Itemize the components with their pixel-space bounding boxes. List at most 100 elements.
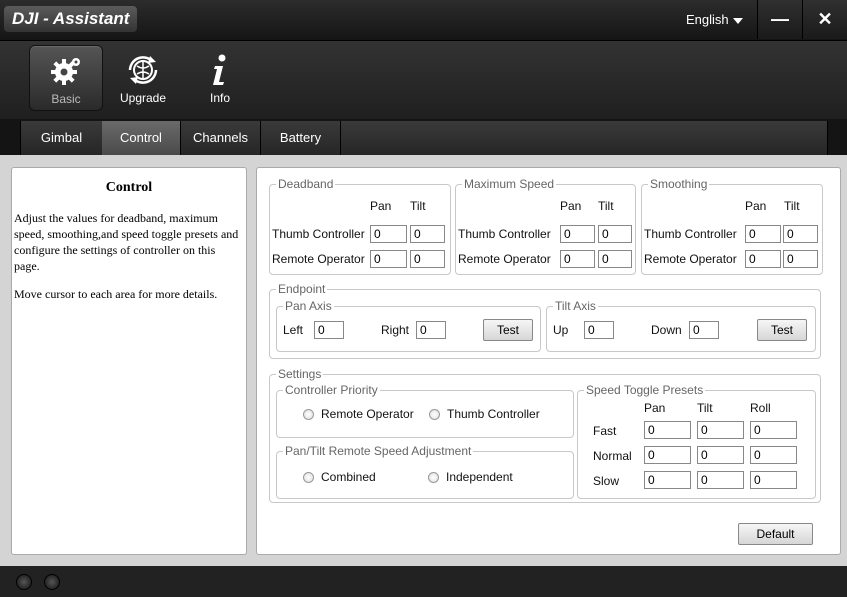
endpoint-group: Endpoint Pan Axis Left Right Test Tilt A…	[269, 282, 821, 359]
tilt-up-label: Up	[553, 323, 569, 337]
speed-independent-label: Independent	[446, 470, 513, 484]
help-description: Adjust the values for deadband, maximum …	[14, 211, 239, 273]
speed-adjustment-group: Pan/Tilt Remote Speed Adjustment Combine…	[276, 444, 574, 499]
toolbar-upgrade-button[interactable]: Upgrade	[107, 45, 179, 109]
deadband-remote-tilt-input[interactable]	[410, 250, 445, 268]
deadband-tilt-header: Tilt	[410, 199, 426, 213]
tilt-down-label: Down	[651, 323, 682, 337]
preset-slow-roll-input[interactable]	[750, 471, 797, 489]
chevron-down-icon	[732, 17, 743, 24]
max-speed-thumb-label: Thumb Controller	[458, 227, 551, 241]
deadband-thumb-label: Thumb Controller	[272, 227, 365, 241]
smoothing-remote-tilt-input[interactable]	[783, 250, 818, 268]
tilt-down-input[interactable]	[689, 321, 719, 339]
preset-fast-pan-input[interactable]	[644, 421, 691, 439]
upgrade-globe-icon	[128, 56, 158, 84]
preset-slow-tilt-input[interactable]	[697, 471, 744, 489]
pan-left-input[interactable]	[314, 321, 344, 339]
speed-independent-radio[interactable]	[428, 472, 439, 483]
deadband-group: Deadband Pan Tilt Thumb Controller Remot…	[269, 177, 451, 275]
tilt-test-button[interactable]: Test	[757, 319, 807, 341]
preset-fast-label: Fast	[593, 424, 617, 438]
info-icon	[213, 54, 226, 85]
status-led-icon	[16, 574, 32, 590]
deadband-pan-header: Pan	[370, 199, 392, 213]
tab-bar: Gimbal Control Channels Battery	[0, 119, 847, 155]
priority-thumb-controller-radio[interactable]	[429, 409, 440, 420]
tilt-axis-legend: Tilt Axis	[553, 299, 598, 313]
tilt-up-input[interactable]	[584, 321, 614, 339]
presets-pan-header: Pan	[644, 401, 666, 415]
deadband-legend: Deadband	[276, 177, 336, 191]
smoothing-legend: Smoothing	[648, 177, 710, 191]
settings-legend: Settings	[276, 367, 324, 381]
preset-slow-label: Slow	[593, 474, 620, 488]
pan-right-input[interactable]	[416, 321, 446, 339]
smoothing-thumb-pan-input[interactable]	[745, 225, 781, 243]
tab-bar-filler	[341, 121, 828, 155]
deadband-remote-pan-input[interactable]	[370, 250, 407, 268]
preset-fast-roll-input[interactable]	[750, 421, 797, 439]
tab-battery[interactable]: Battery	[261, 121, 341, 155]
status-led-icon	[44, 574, 60, 590]
default-button[interactable]: Default	[738, 523, 813, 545]
pan-test-button[interactable]: Test	[483, 319, 533, 341]
language-label: English	[686, 12, 729, 27]
deadband-thumb-pan-input[interactable]	[370, 225, 407, 243]
presets-roll-header: Roll	[750, 401, 771, 415]
minimize-button[interactable]: —	[757, 0, 802, 39]
presets-tilt-header: Tilt	[697, 401, 713, 415]
smoothing-remote-label: Remote Operator	[644, 252, 737, 266]
speed-combined-label: Combined	[321, 470, 376, 484]
preset-normal-tilt-input[interactable]	[697, 446, 744, 464]
smoothing-thumb-tilt-input[interactable]	[783, 225, 818, 243]
deadband-thumb-tilt-input[interactable]	[410, 225, 445, 243]
priority-remote-operator-radio[interactable]	[303, 409, 314, 420]
smoothing-tilt-header: Tilt	[784, 199, 800, 213]
pan-left-label: Left	[283, 323, 304, 337]
help-panel: Control Adjust the values for deadband, …	[11, 167, 247, 555]
title-bar: DJI - Assistant English — ✕	[0, 0, 847, 41]
preset-fast-tilt-input[interactable]	[697, 421, 744, 439]
preset-normal-roll-input[interactable]	[750, 446, 797, 464]
tab-channels[interactable]: Channels	[181, 121, 261, 155]
preset-slow-pan-input[interactable]	[644, 471, 691, 489]
close-button[interactable]: ✕	[802, 0, 847, 39]
tab-gimbal[interactable]: Gimbal	[20, 121, 103, 155]
max-speed-thumb-tilt-input[interactable]	[598, 225, 632, 243]
speed-combined-radio[interactable]	[303, 472, 314, 483]
settings-group: Settings Controller Priority Remote Oper…	[269, 367, 821, 503]
smoothing-remote-pan-input[interactable]	[745, 250, 781, 268]
control-settings-panel: Deadband Pan Tilt Thumb Controller Remot…	[256, 167, 841, 555]
controller-priority-legend: Controller Priority	[283, 383, 380, 397]
pan-axis-legend: Pan Axis	[283, 299, 334, 313]
tilt-axis-group: Tilt Axis Up Down Test	[546, 299, 816, 352]
max-speed-thumb-pan-input[interactable]	[560, 225, 595, 243]
language-dropdown[interactable]: English	[686, 0, 743, 40]
speed-toggle-presets-legend: Speed Toggle Presets	[584, 383, 706, 397]
controller-priority-group: Controller Priority Remote Operator Thum…	[276, 383, 574, 438]
gear-icon	[51, 58, 80, 85]
max-speed-pan-header: Pan	[560, 199, 582, 213]
pan-axis-group: Pan Axis Left Right Test	[276, 299, 541, 352]
status-bar	[0, 566, 847, 597]
max-speed-remote-pan-input[interactable]	[560, 250, 595, 268]
pan-right-label: Right	[381, 323, 410, 337]
preset-normal-label: Normal	[593, 449, 632, 463]
app-title: DJI - Assistant	[4, 6, 138, 32]
main-toolbar: Basic Upgrade Info	[0, 41, 847, 119]
toolbar-upgrade-label: Upgrade	[119, 91, 167, 105]
toolbar-info-button[interactable]: Info	[184, 45, 256, 109]
help-title: Control	[105, 180, 153, 195]
toolbar-basic-button[interactable]: Basic	[29, 45, 103, 111]
maximum-speed-legend: Maximum Speed	[462, 177, 557, 191]
priority-remote-operator-label: Remote Operator	[321, 407, 414, 421]
max-speed-remote-tilt-input[interactable]	[598, 250, 632, 268]
priority-thumb-controller-label: Thumb Controller	[447, 407, 540, 421]
help-hint: Move cursor to each area for more detail…	[14, 287, 218, 301]
preset-normal-pan-input[interactable]	[644, 446, 691, 464]
tab-control[interactable]: Control	[102, 121, 181, 155]
smoothing-pan-header: Pan	[745, 199, 767, 213]
speed-adjustment-legend: Pan/Tilt Remote Speed Adjustment	[283, 444, 474, 458]
speed-toggle-presets-group: Speed Toggle Presets Pan Tilt Roll Fast …	[577, 383, 816, 499]
